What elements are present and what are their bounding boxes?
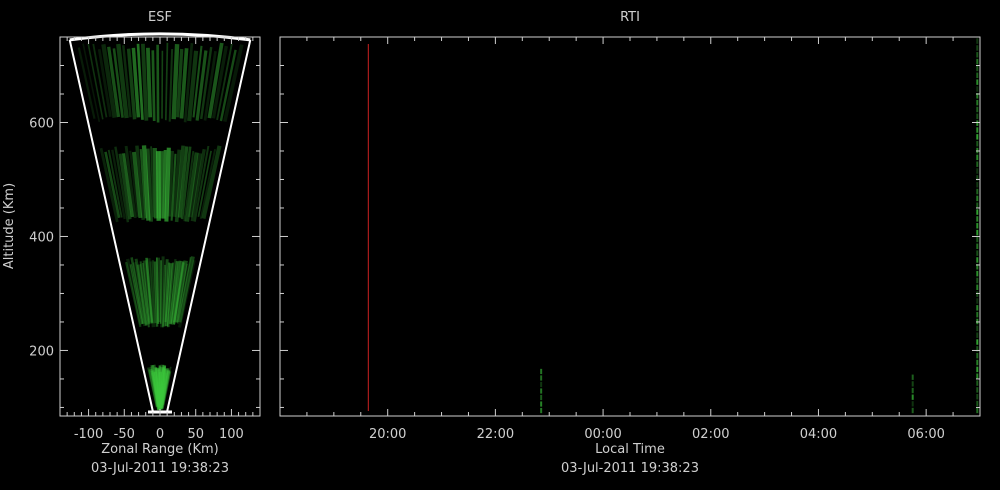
esf-echo-streak [164, 42, 169, 121]
esf-echo-streak [141, 43, 149, 121]
rti-panel: RTI 20:00 22:00 00:00 02:00 04:00 06:00 Local… [279, 10, 981, 476]
esf-title: ESF [148, 10, 172, 25]
esf-panel: ESF -100 -50 0 50 100 200 400 600 Altitude (Km)… [2, 10, 261, 476]
rti-plot-area [367, 38, 979, 414]
rti-x-tick-label: 02:00 [692, 427, 729, 442]
rti-x-tick-label: 22:00 [477, 427, 514, 442]
rti-ticks: 20:00 22:00 00:00 02:00 04:00 06:00 [280, 37, 981, 442]
esf-echo-streak [146, 47, 153, 118]
esf-echo-streak [151, 50, 156, 122]
esf-subtitle: 03-Jul-2011 19:38:23 [91, 461, 229, 476]
esf-plot-area [68, 32, 252, 414]
esf-echo-streak [152, 147, 159, 219]
rti-x-tick-label: 20:00 [369, 427, 406, 442]
esf-x-tick-label: 0 [156, 427, 164, 442]
rti-subtitle: 03-Jul-2011 19:38:23 [561, 461, 699, 476]
esf-y-tick-label: 200 [29, 344, 54, 359]
esf-x-tick-label: -50 [114, 427, 135, 442]
esf-x-tick-label: 50 [187, 427, 204, 442]
rti-frame [279, 36, 981, 417]
esf-echo-streak [171, 44, 180, 120]
esf-x-tick-label: 100 [219, 427, 244, 442]
esf-x-tick-label: -100 [74, 427, 104, 442]
esf-y-tick-label: 400 [29, 230, 54, 245]
esf-xlabel: Zonal Range (Km) [101, 442, 218, 457]
esf-ylabel: Altitude (Km) [2, 183, 17, 269]
rti-x-tick-label: 00:00 [584, 427, 621, 442]
rti-title: RTI [620, 10, 640, 25]
esf-echo-streak [156, 44, 160, 123]
esf-echo-streak [168, 48, 174, 122]
esf-y-tick-label: 600 [29, 116, 54, 131]
rti-x-tick-label: 04:00 [800, 427, 837, 442]
rti-xlabel: Local Time [595, 442, 665, 457]
figure: ESF -100 -50 0 50 100 200 400 600 Altitude (Km)… [2, 10, 981, 476]
rti-x-tick-label: 06:00 [907, 427, 944, 442]
